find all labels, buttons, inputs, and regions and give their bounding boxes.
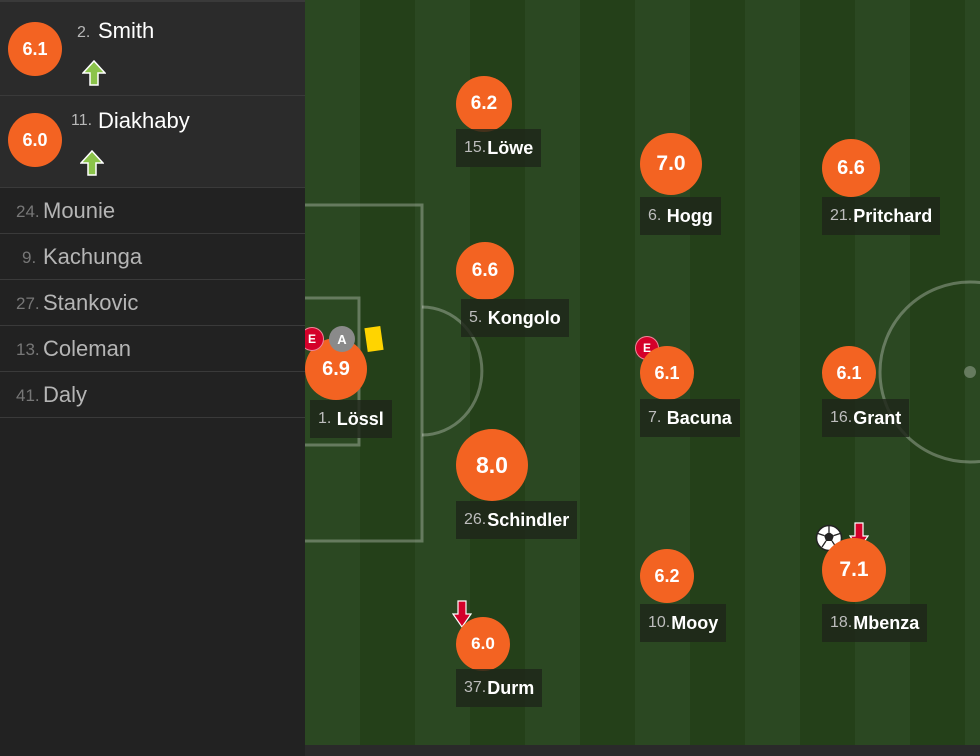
player-name[interactable]: Schindler [487, 510, 569, 531]
player-number: 2. [77, 24, 91, 41]
player-name[interactable]: Durm [487, 678, 534, 699]
player-tag: 10. Mooy [640, 604, 727, 642]
player-rating: 6.1 [640, 346, 694, 400]
player-number: 21. [830, 207, 853, 224]
lineup-sidebar: 6.1 2. Smith 6.0 11. Diakhaby 24. Mounie… [0, 0, 305, 756]
player-tag: 16. Grant [822, 399, 910, 437]
player-rating: 6.1 [8, 22, 62, 76]
center-spot [964, 366, 976, 378]
player-number: 15. [464, 139, 487, 156]
player-number: 1. [318, 410, 332, 427]
substitute-row[interactable]: 6.1 2. Smith [0, 0, 305, 96]
player-tag: 15. Löwe [456, 129, 542, 167]
player-number: 7. [648, 409, 662, 426]
bench-row[interactable]: 9. Kachunga [0, 234, 305, 280]
player-rating: 7.1 [822, 538, 886, 602]
player-tag: 26. Schindler [456, 501, 578, 539]
player-rating: 6.0 [456, 617, 510, 671]
player-tag: 6. Hogg [640, 197, 721, 235]
player-number: 10. [648, 614, 671, 631]
player-number: 26. [464, 511, 487, 528]
player-name[interactable]: Pritchard [853, 206, 932, 227]
player-number: 18. [830, 614, 853, 631]
yellow-card-icon [364, 326, 384, 352]
player-name[interactable]: Lössl [337, 409, 384, 430]
substitute-row[interactable]: 6.0 11. Diakhaby [0, 96, 305, 188]
player-name[interactable]: Daly [43, 382, 87, 408]
pitch: 6.9 E A 1. Lössl 6.2 15. Löwe 6.6 5. Kon… [305, 0, 980, 745]
player-name[interactable]: Stankovic [43, 290, 138, 316]
player-number: 9. [22, 248, 37, 267]
player-name[interactable]: Bacuna [667, 408, 732, 429]
player-name[interactable]: Mounie [43, 198, 115, 224]
player-name[interactable]: Smith [98, 18, 154, 44]
player-name[interactable]: Kongolo [488, 308, 561, 329]
bench-row[interactable]: 27. Stankovic [0, 280, 305, 326]
player-tag: 18. Mbenza [822, 604, 928, 642]
up-arrow-icon [80, 150, 104, 176]
player-number: 24. [16, 202, 40, 221]
player-number: 41. [16, 386, 40, 405]
player-tag: 1. Lössl [310, 400, 392, 438]
player-name[interactable]: Mbenza [853, 613, 919, 634]
player-number: 16. [830, 409, 853, 426]
player-name[interactable]: Coleman [43, 336, 131, 362]
player-number: 5. [469, 309, 483, 326]
player-name[interactable]: Kachunga [43, 244, 142, 270]
bench-row[interactable]: 41. Daly [0, 372, 305, 418]
player-rating: 6.2 [640, 549, 694, 603]
player-name[interactable]: Grant [853, 408, 901, 429]
player-rating: 6.2 [456, 76, 512, 132]
player-number: 27. [16, 294, 40, 313]
player-rating: 6.6 [822, 139, 880, 197]
bench-row[interactable]: 13. Coleman [0, 326, 305, 372]
player-rating: 7.0 [640, 133, 702, 195]
player-rating: 6.1 [822, 346, 876, 400]
up-arrow-icon [82, 60, 106, 86]
player-name[interactable]: Mooy [671, 613, 718, 634]
player-name[interactable]: Löwe [487, 138, 533, 159]
player-name[interactable]: Diakhaby [98, 108, 190, 134]
player-tag: 21. Pritchard [822, 197, 941, 235]
player-rating: 6.6 [456, 242, 514, 300]
player-number: 6. [648, 207, 662, 224]
player-rating: 6.0 [8, 113, 62, 167]
player-name[interactable]: Hogg [667, 206, 713, 227]
assist-badge: A [329, 326, 355, 352]
bench-row[interactable]: 24. Mounie [0, 188, 305, 234]
player-number: 37. [464, 679, 487, 696]
player-tag: 7. Bacuna [640, 399, 740, 437]
player-rating: 8.0 [456, 429, 528, 501]
player-number: 13. [16, 340, 40, 359]
player-tag: 37. Durm [456, 669, 543, 707]
pitch-footer-bar [305, 745, 980, 756]
player-tag: 5. Kongolo [461, 299, 569, 337]
player-number: 11. [71, 112, 93, 129]
